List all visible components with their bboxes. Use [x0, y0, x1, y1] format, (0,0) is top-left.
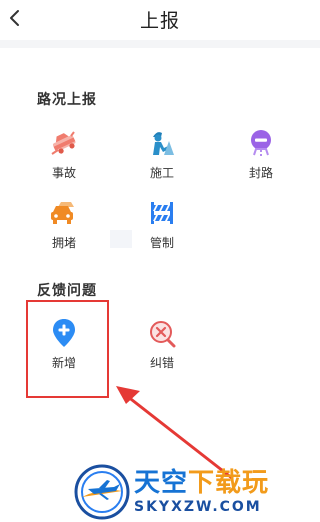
watermark: 天空下载玩 SKYXZW.COM	[74, 462, 320, 522]
congestion-label: 拥堵	[51, 236, 76, 250]
barrier-icon	[151, 202, 173, 224]
magnifier-x-icon	[150, 321, 176, 348]
top-bar: 上报	[0, 0, 320, 40]
plane-logo-icon	[74, 464, 130, 520]
decorative-box	[110, 230, 132, 248]
watermark-brand: 天空下载玩	[134, 462, 269, 499]
section-title-feedback: 反馈问题	[37, 283, 97, 299]
report-control-button[interactable]: 管制	[126, 198, 198, 268]
watermark-brand-accent: 下载玩	[188, 468, 270, 498]
watermark-brand-main: 天空	[134, 468, 189, 498]
watermark-domain: SKYXZW.COM	[134, 499, 262, 515]
control-label: 管制	[149, 236, 174, 250]
feedback-correction-button[interactable]: 纠错	[126, 318, 198, 388]
report-congestion-button[interactable]: 拥堵	[28, 198, 100, 268]
report-construction-button[interactable]: 施工	[126, 128, 198, 198]
report-road-closure-button[interactable]: 封路	[225, 128, 297, 198]
car-crash-icon	[51, 131, 76, 155]
header-divider	[0, 40, 320, 48]
section-title-road-report: 路况上报	[37, 92, 97, 108]
car-traffic-icon	[51, 202, 74, 224]
road-closure-label: 封路	[248, 166, 273, 180]
construction-worker-icon	[153, 132, 174, 155]
page-title: 上报	[139, 10, 180, 32]
correction-label: 纠错	[149, 356, 174, 370]
accident-label: 事故	[51, 166, 76, 180]
highlight-box	[26, 300, 109, 398]
road-closed-icon	[251, 130, 271, 156]
construction-label: 施工	[149, 166, 174, 180]
report-accident-button[interactable]: 事故	[28, 128, 100, 198]
